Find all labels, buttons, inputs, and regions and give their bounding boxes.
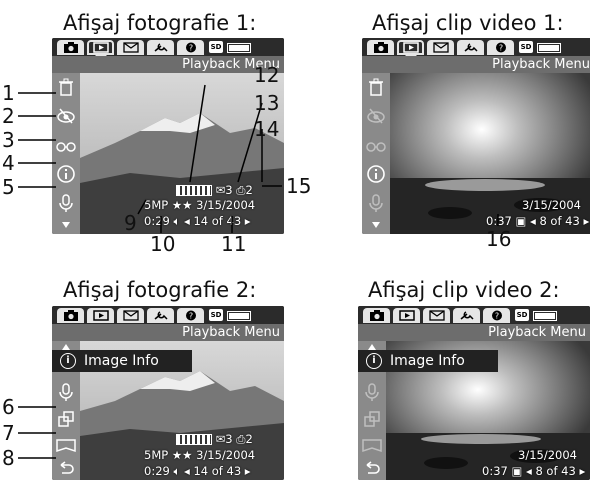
callout-11: 11 [221, 232, 247, 256]
callout-7: 7 [2, 421, 15, 445]
callout-16: 16 [486, 227, 512, 251]
callout-9: 9 [124, 211, 137, 235]
callout-13: 13 [254, 91, 280, 115]
callout-8: 8 [2, 446, 15, 470]
callout-10: 10 [150, 232, 176, 256]
callout-2: 2 [2, 104, 15, 128]
callout-1: 1 [2, 81, 15, 105]
callout-15: 15 [286, 174, 312, 198]
callout-12: 12 [254, 63, 280, 87]
callout-4: 4 [2, 151, 15, 175]
callout-6: 6 [2, 395, 15, 419]
callout-3: 3 [2, 128, 15, 152]
callout-5: 5 [2, 175, 15, 199]
callout-14: 14 [254, 117, 280, 141]
